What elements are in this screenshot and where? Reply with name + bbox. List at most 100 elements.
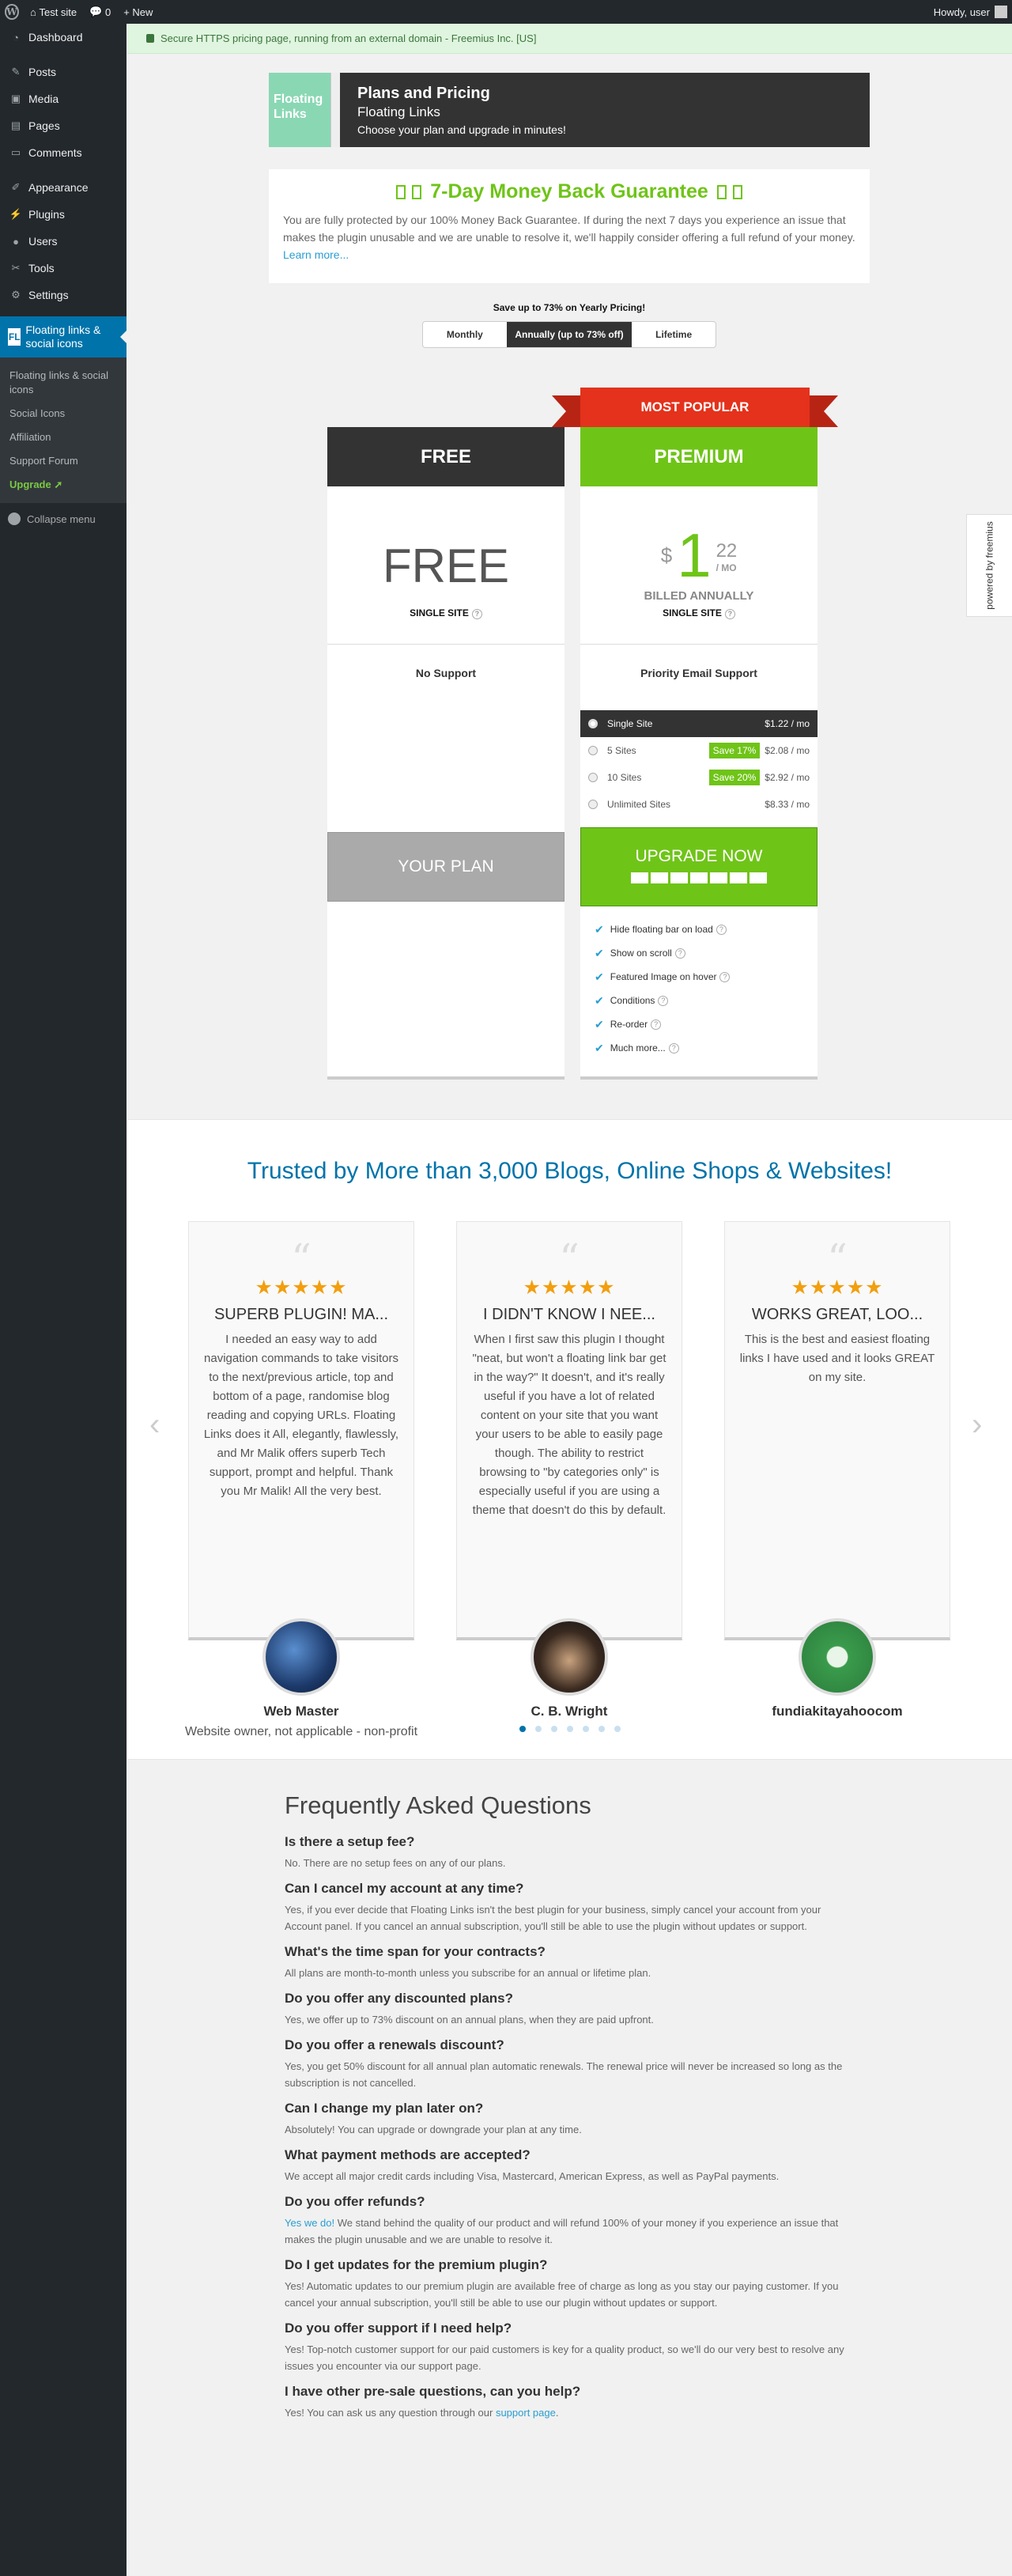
feature-label: Show on scroll [610,948,672,959]
radio-selected [588,719,598,728]
feature-item: ✔ Show on scroll? [580,941,818,965]
carousel-dot[interactable] [614,1726,621,1732]
help-icon[interactable]: ? [471,609,482,619]
check-icon: ✔ [595,946,604,959]
comments-link[interactable]: 💬 0 [83,0,117,24]
site-option-5[interactable]: 5 Sites Save 17% $2.08 / mo [580,737,818,764]
account-menu[interactable]: Howdy, user [927,0,1012,24]
menu-dashboard[interactable]: ◔ Dashboard [0,24,126,51]
support-page-link[interactable]: support page [496,2407,556,2419]
help-icon[interactable]: ? [668,1042,679,1053]
your-plan-button[interactable]: YOUR PLAN [327,832,565,902]
help-icon[interactable]: ? [674,948,685,959]
premium-price-box: $ 1 22 / MO BILLED ANNUALLY SINGLE SITE? [580,486,818,645]
faq-question: Is there a setup fee? [285,1834,415,1849]
feature-label: Featured Image on hover [610,971,717,982]
menu-posts[interactable]: ✎ Posts [0,59,126,85]
carousel-dots [127,1726,1012,1732]
menu-pages[interactable]: ▤ Pages [0,112,126,139]
prev-arrow-icon[interactable]: ‹ [149,1407,160,1443]
faq-answer: Yes! Top-notch customer support for our … [285,2343,844,2372]
site-option-single[interactable]: Single Site $1.22 / mo [580,710,818,737]
powered-by-freemius-badge[interactable]: powered by freemius [966,514,1012,617]
brush-icon: ✐ [11,181,21,193]
check-icon: ✔ [595,970,604,983]
feature-list: ✔ Hide floating bar on load? ✔ Show on scr… [580,917,818,1060]
menu-media[interactable]: ▣ Media [0,85,126,112]
carousel-dot[interactable] [582,1726,589,1732]
menu-comments[interactable]: ▭ Comments [0,139,126,166]
menu-label: Appearance [28,181,89,194]
carousel-dot[interactable] [566,1726,573,1732]
testimonial-text: When I first saw this plugin I thought "… [472,1333,666,1517]
most-popular-ribbon: MOST POPULAR [552,388,838,427]
submenu-item-floating-links[interactable]: Floating links & social icons [0,364,126,402]
submenu-item-upgrade[interactable]: Upgrade ➚ [0,473,126,497]
carousel-dot[interactable] [534,1726,542,1732]
upgrade-now-button[interactable]: UPGRADE NOW [580,827,818,906]
menu-label: Settings [28,289,69,301]
submenu-item-social-icons[interactable]: Social Icons [0,402,126,426]
help-icon[interactable]: ? [658,995,669,1006]
collapse-menu-button[interactable]: Collapse menu [0,503,126,535]
faq-answer-end: . [555,2407,559,2419]
carousel-dot[interactable] [598,1726,605,1732]
admin-sidebar: ◔ Dashboard ✎ Posts ▣ Media ▤ Pages ▭ Comment… [0,24,126,2576]
lock-icon [146,34,154,43]
faq-answer: Yes, you get 50% discount for all annual… [285,2060,843,2089]
avatar [799,1618,876,1696]
submenu: Floating links & social icons Social Ico… [0,357,126,503]
menu-tools[interactable]: ✂ Tools [0,255,126,282]
reviewer-name: fundiakitayahoocom [772,1704,903,1719]
menu-floating-links[interactable]: FL Floating links & social icons [0,316,126,357]
menu-appearance[interactable]: ✐ Appearance [0,174,126,201]
help-icon[interactable]: ? [724,609,735,619]
menu-label: Pages [28,119,60,132]
feature-item: ✔ Much more...? [580,1036,818,1060]
carousel-dot[interactable] [519,1726,526,1732]
menu-settings[interactable]: ⚙ Settings [0,282,126,308]
help-icon[interactable]: ? [716,924,727,935]
submenu-item-support-forum[interactable]: Support Forum [0,449,126,473]
yes-we-do-link[interactable]: Yes we do! [285,2217,334,2229]
menu-plugins[interactable]: ⚡ Plugins [0,201,126,228]
learn-more-link[interactable]: Learn more... [283,248,349,261]
faq-answer: Yes! You can ask us any question through… [285,2404,854,2421]
logo-strip [330,73,340,147]
radio [588,773,598,782]
submenu-item-affiliation[interactable]: Affiliation [0,426,126,449]
free-support: No Support [415,667,477,679]
carousel-dot[interactable] [550,1726,557,1732]
billing-annual-button[interactable]: Annually (up to 73% off) [506,322,632,347]
site-option-10[interactable]: 10 Sites Save 20% $2.92 / mo [580,764,818,791]
testimonials-section: Trusted by More than 3,000 Blogs, Online… [127,1119,1012,1760]
feature-item: ✔ Conditions? [580,989,818,1012]
faq-answer: No. There are no setup fees on any of ou… [285,1857,506,1869]
menu-users[interactable]: ● Users [0,228,126,255]
help-icon[interactable]: ? [719,971,731,982]
site-name: Test site [39,6,77,18]
next-arrow-icon[interactable]: › [972,1407,982,1443]
price-integer: 1 [677,520,712,590]
wordpress-logo-icon[interactable]: W [0,0,24,24]
help-icon[interactable]: ? [651,1019,662,1030]
site-option-unlimited[interactable]: Unlimited Sites $8.33 / mo [580,791,818,818]
new-content-link[interactable]: + New [117,0,159,24]
check-icon: ✔ [595,993,604,1007]
faq-answer: Yes! Automatic updates to our premium pl… [285,2280,839,2309]
check-icon: ✔ [595,1041,604,1054]
premium-sites: SINGLE SITE [663,607,722,618]
feature-label: Conditions [610,995,655,1006]
billing-monthly-button[interactable]: Monthly [423,322,507,347]
pricing-header: Floating Links Plans and Pricing Floatin… [269,73,870,147]
testimonial-card: “ ★★★★★ WORKS GREAT, LOO... This is the … [724,1221,950,1640]
avatar [262,1618,340,1696]
premium-plan-name: PREMIUM [580,427,818,486]
admin-bar: W ⌂ Test site 💬 0 + New Howdy, user [0,0,1012,24]
radio [588,746,598,755]
site-name-link[interactable]: ⌂ Test site [24,0,83,24]
billing-lifetime-button[interactable]: Lifetime [632,322,716,347]
media-icon: ▣ [10,93,21,104]
free-plan-name: FREE [327,427,565,486]
faq-answer: Yes, if you ever decide that Floating Li… [285,1904,821,1932]
